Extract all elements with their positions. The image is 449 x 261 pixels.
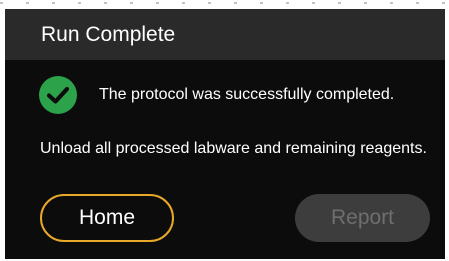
report-button-label: Report — [330, 206, 395, 229]
checkmark-icon — [46, 86, 70, 104]
home-button-label: Home — [78, 206, 136, 229]
home-button[interactable]: Home — [40, 194, 174, 242]
dialog-header: Run Complete — [5, 9, 445, 60]
instruction-text: Unload all processed labware and remaini… — [40, 140, 427, 157]
report-button[interactable]: Report — [295, 194, 430, 242]
status-message: The protocol was successfully completed. — [99, 86, 395, 103]
top-strip-decoration — [0, 2, 449, 4]
status-row: The protocol was successfully completed. — [39, 75, 394, 115]
run-complete-dialog: Run Complete The protocol was successful… — [5, 9, 445, 259]
dialog-title: Run Complete — [41, 23, 176, 46]
check-circle-icon — [39, 76, 77, 114]
top-strip — [0, 0, 449, 8]
